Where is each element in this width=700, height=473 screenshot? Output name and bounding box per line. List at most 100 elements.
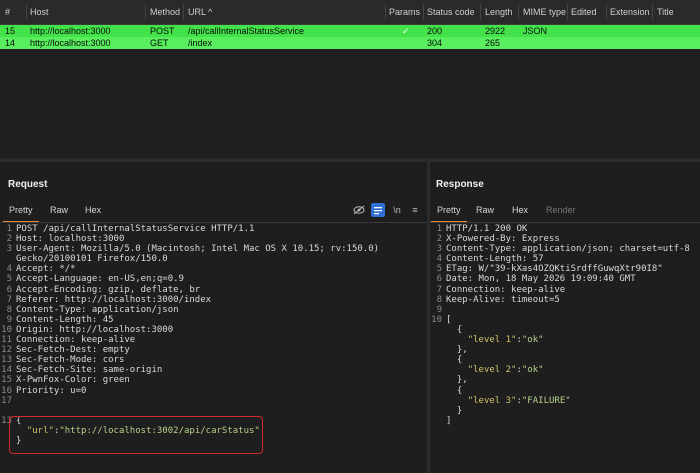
code-text: Accept-Encoding: gzip, deflate, br [16,284,201,295]
col-mime[interactable]: MIME type [523,7,566,17]
code-text: Accept: */* [16,264,76,275]
col-params[interactable]: Params [389,7,420,17]
table-header: # Host Method URL ^ Params Status code L… [0,0,700,25]
line-number: 1 [6,224,12,234]
code-line: }, [430,375,700,385]
code-line: "level 2":"ok" [430,365,700,375]
code-line: 2 Host: localhost:3000 [0,234,427,244]
line-number: 9 [436,304,442,315]
code-line: 8 Keep-Alive: timeout=5 [430,295,700,305]
tab-pretty[interactable]: Pretty [3,205,38,223]
col-host[interactable]: Host [30,7,49,17]
code-line: { [430,325,700,335]
code-line: 12 Sec-Fetch-Dest: empty [0,345,427,355]
request-pane: Request Pretty Raw Hex \n ≡ 1 POST /api/c… [0,162,427,473]
code-text: Priority: u=0 [16,385,87,396]
line-number: 12 [1,345,12,356]
table-row[interactable]: 14 http://localhost:3000 GET /index 304 … [0,37,700,49]
code-text: Content-Type: application/json; charset=… [446,244,690,255]
tab-hex[interactable]: Hex [512,205,528,215]
code-text: Referer: http://localhost:3000/index [16,294,212,305]
line-number: 7 [436,284,442,295]
table-row[interactable]: 15 http://localhost:3000 POST /api/callI… [0,25,700,37]
code-text: Date: Mon, 18 May 2026 19:09:40 GMT [446,274,636,285]
line-number: 3 [6,244,12,255]
tab-raw[interactable]: Raw [476,205,494,215]
line-number: 9 [6,314,12,325]
code-text: } [446,405,463,416]
code-line: 15 X-PwnFox-Color: green [0,375,427,385]
code-line: 6 Date: Mon, 18 May 2026 19:09:40 GMT [430,274,700,284]
code-line: { [430,386,700,396]
line-number: 2 [6,234,12,245]
line-number: 15 [1,375,12,386]
row-length: 265 [485,38,501,48]
code-text: HTTP/1.1 200 OK [446,224,528,234]
request-editor[interactable]: 1 POST /api/callInternalStatusService HTT… [0,224,427,446]
code-line: 10 Origin: http://localhost:3000 [0,325,427,335]
row-host: http://localhost:3000 [30,26,111,36]
line-number: 8 [6,304,12,315]
row-length: 2922 [485,26,506,36]
col-length[interactable]: Length [485,7,513,17]
line-number: 6 [436,274,442,285]
col-title[interactable]: Title [657,7,674,17]
code-line: }, [430,345,700,355]
tab-render[interactable]: Render [546,205,576,215]
code-text: User-Agent: Mozilla/5.0 (Macintosh; Inte… [16,244,380,255]
format-icon[interactable] [371,203,385,217]
menu-icon[interactable]: ≡ [408,203,422,217]
response-editor[interactable]: 1 HTTP/1.1 200 OK 2 X-Powered-By: Express 3 C… [430,224,700,426]
code-text: Accept-Language: en-US,en;q=0.9 [16,274,184,285]
line-number: 8 [436,294,442,305]
line-number: 13 [1,355,12,366]
row-method: GET [150,38,169,48]
row-status: 200 [427,26,443,36]
line-number: 14 [1,365,12,376]
code-text: ETag: W/"39-kXas4OZQKtiSrdffGuwqXtr90I8" [446,264,663,275]
code-line: 1 POST /api/callInternalStatusService HTT… [0,224,427,234]
code-line: 11 Connection: keep-alive [0,335,427,345]
code-text: Connection: keep-alive [446,284,566,295]
code-text: Content-Length: 45 [16,314,114,325]
code-line: 7 Connection: keep-alive [430,285,700,295]
code-line: { [430,355,700,365]
code-line: 5 ETag: W/"39-kXas4OZQKtiSrdffGuwqXtr90I8… [430,264,700,274]
row-mime: JSON [523,26,548,36]
row-url: /index [188,38,213,48]
code-text: [ [446,314,452,325]
tab-pretty[interactable]: Pretty [431,205,466,223]
code-line: 2 X-Powered-By: Express [430,234,700,244]
line-number: 10 [431,314,442,325]
newline-toggle-icon[interactable]: \n [390,203,404,217]
col-status[interactable]: Status code [427,7,475,17]
code-text: "level 1":"ok" [467,335,544,346]
line-number: 11 [1,335,12,346]
code-text: Gecko/20100101 Firefox/150.0 [16,254,168,265]
hide-eye-icon[interactable] [352,203,366,217]
tab-hex[interactable]: Hex [85,205,101,215]
code-text: "level 2":"ok" [467,365,544,376]
code-line: 6 Accept-Encoding: gzip, deflate, br [0,285,427,295]
code-line: 10 [ [430,315,700,325]
line-number: 1 [436,224,442,234]
code-text: { [446,355,463,366]
tab-raw[interactable]: Raw [50,205,68,215]
col-number[interactable]: # [5,7,10,17]
col-edited[interactable]: Edited [571,7,597,17]
col-method[interactable]: Method [150,7,180,17]
col-extension[interactable]: Extension [610,7,650,17]
code-text: "level 3":"FAILURE" [467,395,571,406]
row-id: 15 [5,26,16,36]
response-tabs: Pretty Raw Hex Render [430,200,700,223]
code-line: ] [430,416,700,426]
code-line: 13 Sec-Fetch-Mode: cors [0,355,427,365]
code-text: Connection: keep-alive [16,335,136,346]
row-status: 304 [427,38,443,48]
code-line: } [430,406,700,416]
code-line: 14 Sec-Fetch-Site: same-origin [0,365,427,375]
col-url[interactable]: URL ^ [188,7,212,17]
code-line: 8 Content-Type: application/json [0,305,427,315]
request-title: Request [8,179,48,190]
code-line: 5 Accept-Language: en-US,en;q=0.9 [0,274,427,284]
